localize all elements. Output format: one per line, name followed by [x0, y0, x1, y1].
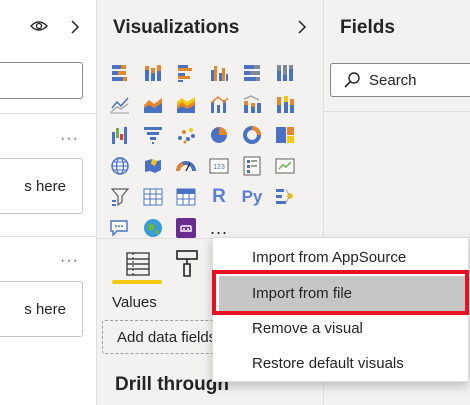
scatter-chart-icon[interactable] [175, 124, 197, 146]
area-chart-icon[interactable] [142, 93, 164, 115]
search-input[interactable] [369, 69, 469, 91]
divider [0, 113, 96, 114]
chevron-right-icon[interactable] [297, 14, 307, 41]
menu-item-restore-default-visuals[interactable]: Restore default visuals [213, 346, 468, 382]
line-clustered-column-chart-icon[interactable] [208, 93, 230, 115]
custom-visual-icon[interactable] [175, 217, 197, 239]
multi-row-card-icon[interactable] [241, 155, 263, 177]
values-label: Values [112, 294, 157, 311]
divider [324, 111, 470, 112]
ribbon-chart-icon[interactable] [274, 93, 296, 115]
waterfall-chart-icon[interactable] [109, 124, 131, 146]
menu-item-remove-a-visual[interactable]: Remove a visual [213, 311, 468, 347]
more-options-icon[interactable]: ··· [60, 252, 79, 270]
menu-item-label: Import from AppSource [252, 249, 407, 266]
donut-chart-icon[interactable] [241, 124, 263, 146]
divider [0, 236, 96, 237]
more-visuals-menu: Import from AppSource Import from file R… [212, 237, 469, 382]
chevron-right-icon[interactable] [70, 19, 80, 35]
funnel-chart-icon[interactable] [142, 124, 164, 146]
menu-item-label: Remove a visual [252, 320, 363, 337]
fields-tab-icon[interactable] [125, 251, 151, 277]
map-icon[interactable] [109, 155, 131, 177]
kpi-icon[interactable] [274, 155, 296, 177]
table-icon[interactable] [142, 186, 164, 208]
filled-map-icon[interactable] [142, 155, 164, 177]
add-data-fields-label: Add data fields [117, 329, 217, 346]
eye-icon[interactable] [30, 19, 48, 33]
card-icon[interactable]: 123 [208, 155, 230, 177]
key-influencers-icon[interactable] [274, 186, 296, 208]
clustered-column-chart-icon[interactable] [208, 62, 230, 84]
filters-pane: ··· s here ··· s here [0, 0, 97, 405]
100-stacked-bar-chart-icon[interactable] [241, 62, 263, 84]
visual-gallery: 123 R Py ... [109, 62, 300, 248]
filter-search-input[interactable] [0, 62, 83, 99]
python-visual-icon[interactable]: Py [241, 186, 263, 208]
matrix-icon[interactable] [175, 186, 197, 208]
fields-search-box[interactable] [330, 63, 470, 97]
gauge-icon[interactable] [175, 155, 197, 177]
menu-item-import-from-appsource[interactable]: Import from AppSource [213, 240, 468, 276]
stacked-bar-chart-icon[interactable] [109, 62, 131, 84]
active-tab-indicator [112, 280, 162, 284]
search-icon [344, 72, 360, 88]
menu-item-import-from-file[interactable]: Import from file [219, 276, 468, 312]
pane-title: Fields [340, 17, 395, 38]
svg-text:123: 123 [213, 164, 225, 171]
menu-item-label: Restore default visuals [252, 355, 404, 372]
stacked-column-chart-icon[interactable] [142, 62, 164, 84]
drop-zone-label: s here [24, 301, 66, 318]
arcgis-map-icon[interactable] [142, 217, 164, 239]
treemap-icon[interactable] [274, 124, 296, 146]
pie-chart-icon[interactable] [208, 124, 230, 146]
qna-icon[interactable] [109, 217, 131, 239]
drop-zone-label: s here [24, 178, 66, 195]
100-stacked-column-chart-icon[interactable] [274, 62, 296, 84]
menu-item-label: Import from file [252, 285, 353, 302]
more-visuals-icon[interactable]: ... [208, 217, 230, 239]
pane-title: Visualizations [113, 17, 240, 38]
stacked-area-chart-icon[interactable] [175, 93, 197, 115]
line-stacked-column-chart-icon[interactable] [241, 93, 263, 115]
filter-drop-zone[interactable]: s here [0, 281, 83, 337]
clustered-bar-chart-icon[interactable] [175, 62, 197, 84]
r-script-visual-icon[interactable]: R [208, 186, 230, 208]
line-chart-icon[interactable] [109, 93, 131, 115]
format-tab-icon[interactable] [174, 249, 200, 279]
slicer-icon[interactable] [109, 186, 131, 208]
filter-drop-zone[interactable]: s here [0, 158, 83, 214]
more-options-icon[interactable]: ··· [60, 130, 79, 148]
